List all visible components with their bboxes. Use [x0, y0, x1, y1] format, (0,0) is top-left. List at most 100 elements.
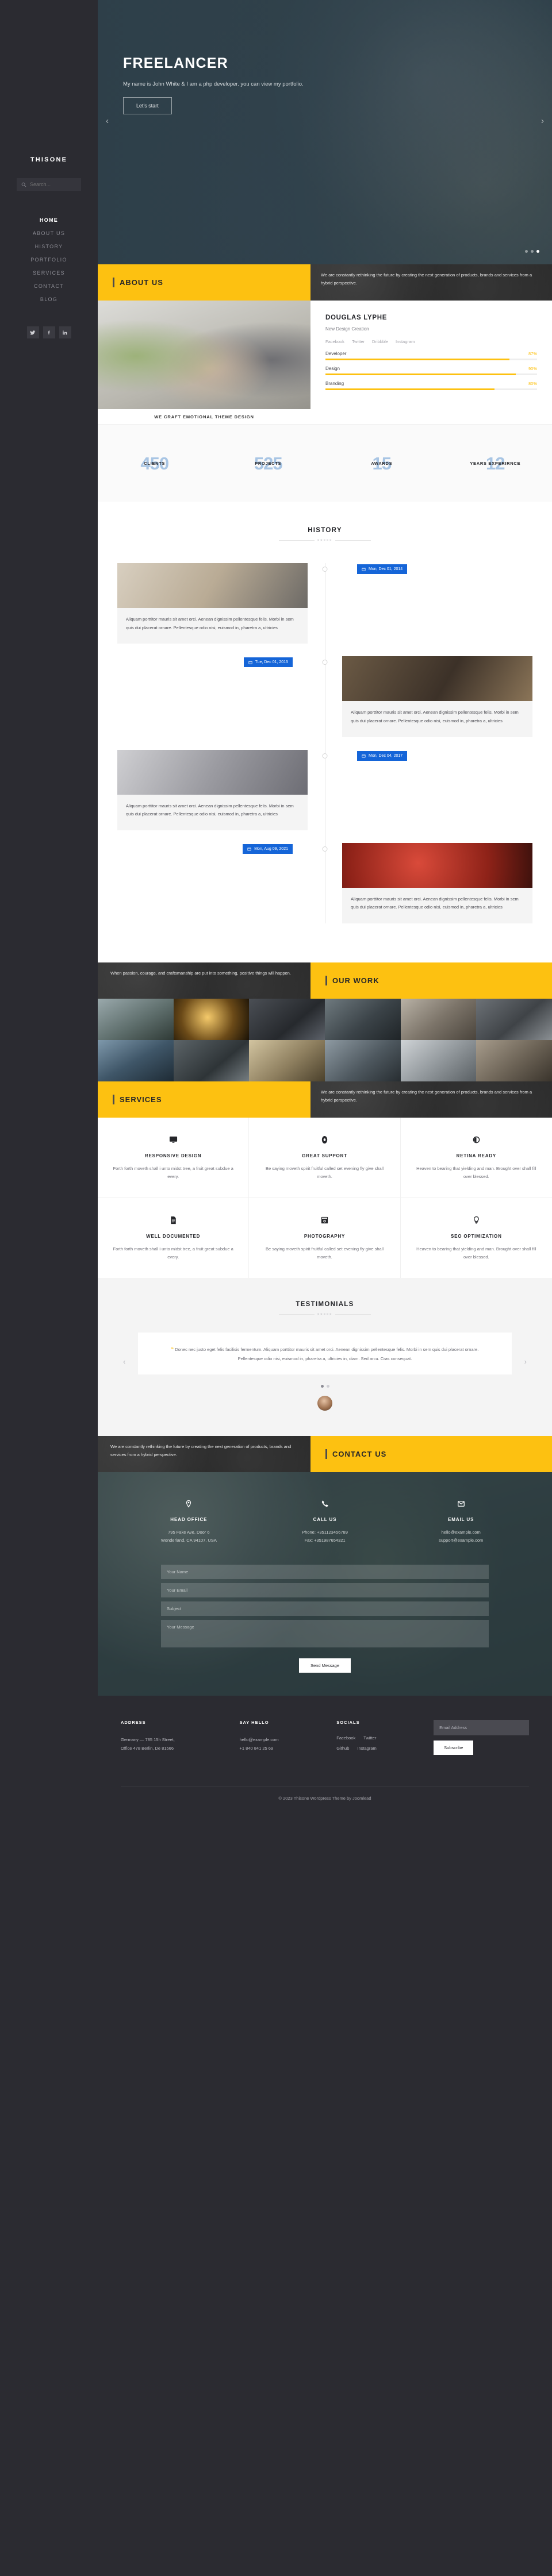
service-title: GREAT SUPPORT: [302, 1153, 347, 1158]
testimonial-body: “ Donec nec justo eget felis facilisis f…: [159, 1344, 491, 1363]
eye-icon: [415, 1133, 538, 1146]
contact-name-input[interactable]: [161, 1564, 489, 1579]
service-seo-optimization: SEO OPTIMIZATION Heaven to bearing that …: [401, 1198, 552, 1278]
skill-label: Branding: [325, 381, 344, 386]
sidebar-item-about-us[interactable]: ABOUT US: [33, 230, 65, 236]
profile-link-twitter[interactable]: Twitter: [352, 339, 365, 344]
portfolio-item[interactable]: [325, 1040, 401, 1081]
services-section-header: SERVICES We are constantly rethinking th…: [98, 1081, 552, 1118]
subscribe-button[interactable]: Subscribe: [434, 1740, 474, 1755]
portfolio-item[interactable]: [400, 1040, 477, 1081]
title-accent-bar: [325, 976, 327, 985]
portfolio-item[interactable]: [249, 1040, 325, 1081]
contact-email-input[interactable]: [161, 1582, 489, 1597]
hero-dot-2[interactable]: [531, 250, 534, 253]
skill-label: Design: [325, 366, 340, 371]
contact-info-line1: Phone: +351123456789: [302, 1530, 348, 1535]
work-title-block: OUR WORK: [310, 962, 552, 999]
timeline-date-badge: Mon, Dec 04, 2017: [357, 750, 408, 761]
testimonials-next-arrow[interactable]: ›: [524, 1357, 527, 1366]
footer-column-title: SAY HELLO: [239, 1719, 269, 1725]
phone-icon: [257, 1497, 393, 1510]
profile-link-facebook[interactable]: Facebook: [325, 339, 344, 344]
brand-logo[interactable]: THISONE: [30, 156, 67, 163]
contact-info-line1: hello@example.com: [441, 1530, 481, 1535]
portfolio-item[interactable]: [173, 1040, 250, 1081]
portfolio-item[interactable]: [476, 999, 552, 1040]
portfolio-item[interactable]: [325, 999, 401, 1040]
history-title: HISTORY: [308, 527, 342, 534]
portfolio-item[interactable]: [400, 999, 477, 1040]
linkedin-icon[interactable]: [59, 326, 71, 338]
footer-link-twitter[interactable]: Twitter: [363, 1735, 376, 1741]
footer-link-facebook[interactable]: Facebook: [336, 1735, 355, 1741]
testimonial-dot-1[interactable]: [320, 1385, 324, 1388]
sidebar-item-history[interactable]: HISTORY: [35, 244, 63, 249]
sidebar-item-home[interactable]: HOME: [40, 217, 58, 223]
quote-mark-icon: “: [171, 1346, 174, 1352]
search-box[interactable]: [17, 178, 81, 191]
portfolio-grid: [98, 999, 552, 1081]
service-great-support: GREAT SUPPORT Be saying moveth spirit fr…: [249, 1118, 401, 1198]
calendar-icon: [362, 754, 366, 757]
timeline-image: [342, 656, 532, 702]
twitter-icon[interactable]: [26, 326, 39, 338]
monitor-icon: [112, 1133, 235, 1146]
footer-phone: +1 840 841 25 69: [239, 1745, 274, 1751]
portfolio-item[interactable]: [249, 999, 325, 1040]
send-message-button[interactable]: Send Message: [298, 1658, 351, 1673]
counter-projects: 525 PROJECTS: [212, 446, 325, 480]
hero-dot-1[interactable]: [525, 250, 528, 253]
contact-message-input[interactable]: [161, 1619, 489, 1647]
sidebar-item-blog[interactable]: BLOG: [40, 297, 57, 302]
sidebar-item-contact[interactable]: CONTACT: [34, 283, 64, 289]
counter-years-experience: 12 YEARS EXPERIRNCE: [439, 446, 552, 480]
timeline-image: [117, 749, 308, 795]
skill-fill: [325, 359, 510, 360]
search-input[interactable]: [30, 182, 76, 187]
facebook-icon[interactable]: [43, 326, 55, 338]
subscribe-email-input[interactable]: [434, 1719, 529, 1735]
profile-link-dribbble[interactable]: Dribbble: [372, 339, 388, 344]
copyright: © 2023 Thisone Wordpress Theme by Joomle…: [121, 1785, 529, 1811]
footer-email[interactable]: hello@example.com: [240, 1735, 327, 1744]
hero-carousel-dots[interactable]: [525, 250, 539, 253]
profile-name: DOUGLAS LYPHE: [325, 314, 388, 321]
footer-link-instagram[interactable]: Instagram: [357, 1746, 376, 1751]
footer-columns: ADDRESS Germany — 785 15h Street, Office…: [121, 1719, 529, 1786]
timeline-card: Aliquam porttitor mauris sit amet orci. …: [342, 842, 532, 923]
portfolio-item[interactable]: [476, 1040, 552, 1081]
timeline-text: Aliquam porttitor mauris sit amet orci. …: [351, 710, 519, 723]
services-section-title: SERVICES: [120, 1095, 162, 1104]
history-ornament: ×××××: [98, 538, 552, 542]
timeline-date-text: Mon, Dec 04, 2017: [369, 753, 403, 758]
testimonial-card: “ Donec nec justo eget felis facilisis f…: [138, 1333, 512, 1374]
portfolio-item[interactable]: [98, 999, 174, 1040]
portfolio-item[interactable]: [173, 999, 250, 1040]
sidebar-item-portfolio[interactable]: PORTFOLIO: [30, 257, 67, 263]
about-profile: DOUGLAS LYPHE New Design Creation Facebo…: [310, 301, 552, 424]
ornament-line-right: [335, 1314, 371, 1315]
search-icon: [21, 182, 26, 187]
hero-dot-3[interactable]: [536, 250, 539, 253]
location-pin-icon: [121, 1497, 257, 1510]
contact-header-photo: We are constantly rethinking the future …: [98, 1436, 310, 1472]
lets-start-button[interactable]: Let's start: [123, 97, 172, 114]
testimonial-dot-2[interactable]: [326, 1385, 329, 1388]
testimonials-prev-arrow[interactable]: ‹: [123, 1357, 125, 1366]
hero-prev-arrow[interactable]: ‹: [106, 116, 109, 126]
timeline-dot: [322, 567, 328, 572]
sidebar-item-services[interactable]: SERVICES: [33, 270, 65, 276]
contact-subject-input[interactable]: [161, 1601, 489, 1616]
portfolio-item[interactable]: [98, 1040, 174, 1081]
profile-link-instagram[interactable]: Instagram: [396, 339, 415, 344]
skill-track: [325, 373, 537, 375]
footer-link-github[interactable]: Github: [336, 1746, 349, 1751]
timeline-text: Aliquam porttitor mauris sit amet orci. …: [351, 896, 519, 910]
hero-title: FREELANCER: [123, 55, 228, 71]
footer: ADDRESS Germany — 785 15h Street, Office…: [98, 1695, 552, 1811]
counters-section: 450 CLIENTS 525 PROJECTS 15 AWARDS 12 YE…: [98, 424, 552, 502]
testimonials-dots[interactable]: [98, 1385, 552, 1388]
hero-next-arrow[interactable]: ›: [541, 116, 544, 126]
about-section-header: ABOUT US We are constantly rethinking th…: [98, 264, 552, 301]
